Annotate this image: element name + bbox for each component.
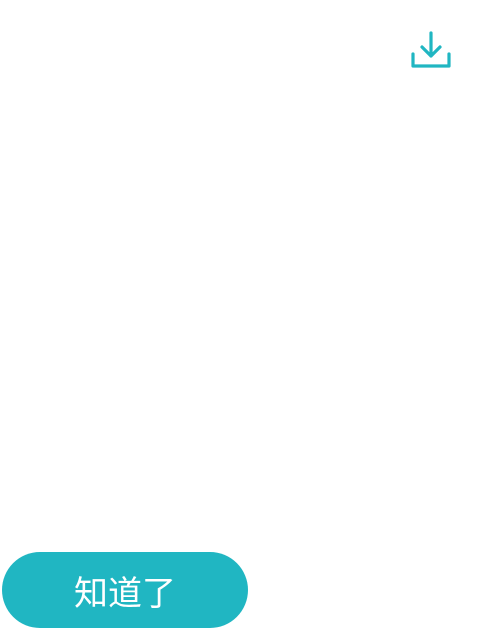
download-icon	[411, 31, 451, 68]
got-it-button[interactable]: 知道了	[2, 552, 248, 628]
download-button[interactable]	[404, 28, 458, 74]
